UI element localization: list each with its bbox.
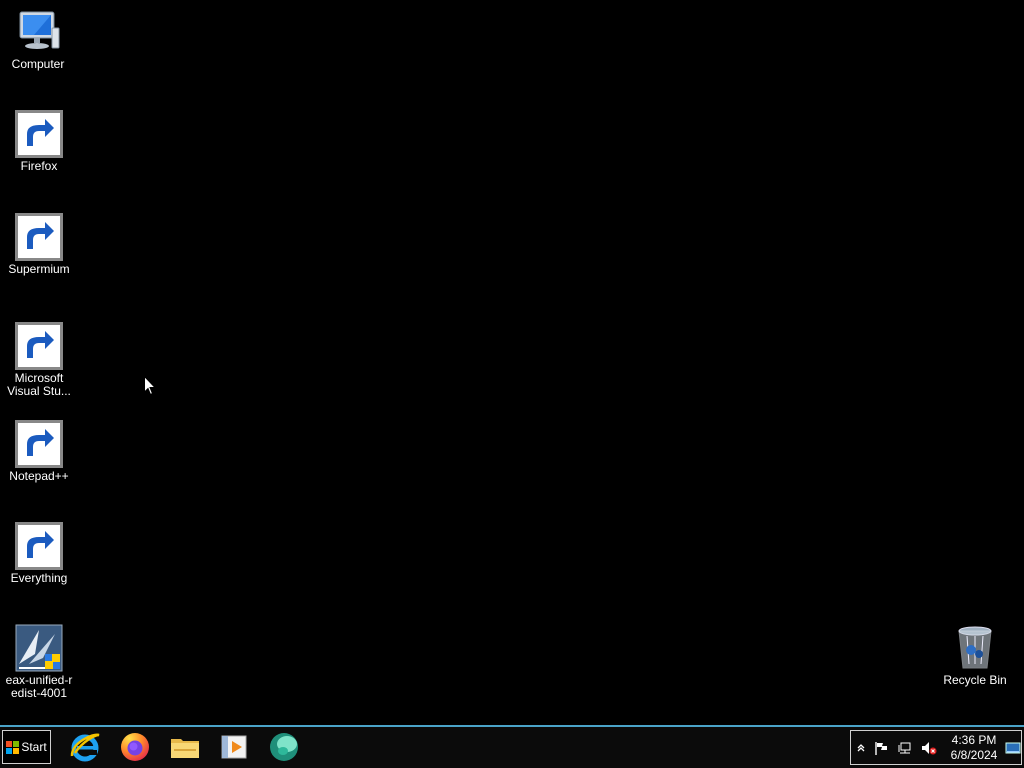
desktop-icon-everything[interactable]: Everything — [1, 522, 77, 585]
folder-icon — [171, 739, 199, 758]
desktop-icon-eax-unified-redist[interactable]: eax-unified-r edist-4001 — [1, 624, 77, 700]
supermium-icon — [15, 213, 63, 261]
internet-explorer-icon — [70, 733, 100, 762]
shortcut-arrow-icon — [15, 213, 63, 261]
volume-muted-icon[interactable] — [921, 740, 937, 756]
notepad-plus-plus-icon: ++ — [15, 420, 63, 468]
taskbar-app-supermium[interactable] — [266, 730, 302, 764]
taskbar-app-internet-explorer[interactable] — [67, 730, 103, 764]
shortcut-arrow-icon — [15, 322, 63, 370]
taskbar: Start 4:36 PM 6/8/2024 — [0, 725, 1024, 768]
desktop-icon-label: Recycle Bin — [943, 673, 1007, 687]
desktop-icon-visual-studio[interactable]: Microsoft Visual Stu... — [1, 322, 77, 398]
firefox-icon — [121, 733, 149, 761]
shortcut-arrow-icon — [15, 110, 63, 158]
desktop-icon-firefox[interactable]: Firefox — [1, 110, 77, 173]
recycle-bin-icon — [951, 624, 999, 672]
desktop-icon-computer[interactable]: Computer — [0, 8, 76, 71]
clock-time: 4:36 PM — [951, 733, 997, 747]
desktop-icon-label: Everything — [10, 571, 68, 585]
mouse-pointer-icon — [144, 376, 156, 396]
desktop-icon-notepad-plus-plus[interactable]: ++ Notepad++ — [1, 420, 77, 483]
desktop-icon-label: Computer — [11, 57, 65, 71]
shortcut-arrow-icon — [15, 522, 63, 570]
shortcut-arrow-icon — [15, 420, 63, 468]
show-hidden-icons-icon[interactable] — [853, 740, 869, 756]
firefox-icon — [15, 110, 63, 158]
desktop-icon-supermium[interactable]: Supermium — [1, 213, 77, 276]
clock[interactable]: 4:36 PM 6/8/2024 — [945, 733, 1003, 763]
desktop-icon-label: Firefox — [20, 159, 58, 173]
desktop-icon-label: Notepad++ — [9, 469, 69, 483]
action-center-flag-icon[interactable] — [873, 740, 889, 756]
windows-logo-icon — [6, 740, 20, 754]
start-button[interactable]: Start — [2, 730, 51, 764]
everything-search-icon — [15, 522, 63, 570]
installer-icon — [15, 624, 63, 672]
taskbar-app-file-explorer[interactable] — [167, 730, 203, 764]
supermium-icon — [270, 733, 298, 761]
desktop-icon-label: Supermium — [8, 262, 70, 276]
desktop-icon-label: eax-unified-r edist-4001 — [5, 673, 73, 700]
desktop-icon-recycle-bin[interactable]: Recycle Bin — [937, 624, 1013, 687]
desktop-icon-label: Microsoft Visual Stu... — [7, 371, 71, 398]
system-tray: 4:36 PM 6/8/2024 — [850, 730, 1022, 765]
visual-studio-icon — [15, 322, 63, 370]
media-player-icon — [221, 735, 247, 759]
desktop[interactable]: Computer Firefox Supermium Microsoft Vis… — [0, 0, 1024, 725]
start-label: Start — [21, 740, 47, 754]
taskbar-app-media-player[interactable] — [216, 730, 252, 764]
computer-icon — [14, 8, 62, 56]
show-desktop-icon[interactable] — [1005, 740, 1021, 756]
taskbar-app-firefox[interactable] — [117, 730, 153, 764]
clock-date: 6/8/2024 — [950, 748, 998, 762]
network-icon[interactable] — [897, 740, 913, 756]
